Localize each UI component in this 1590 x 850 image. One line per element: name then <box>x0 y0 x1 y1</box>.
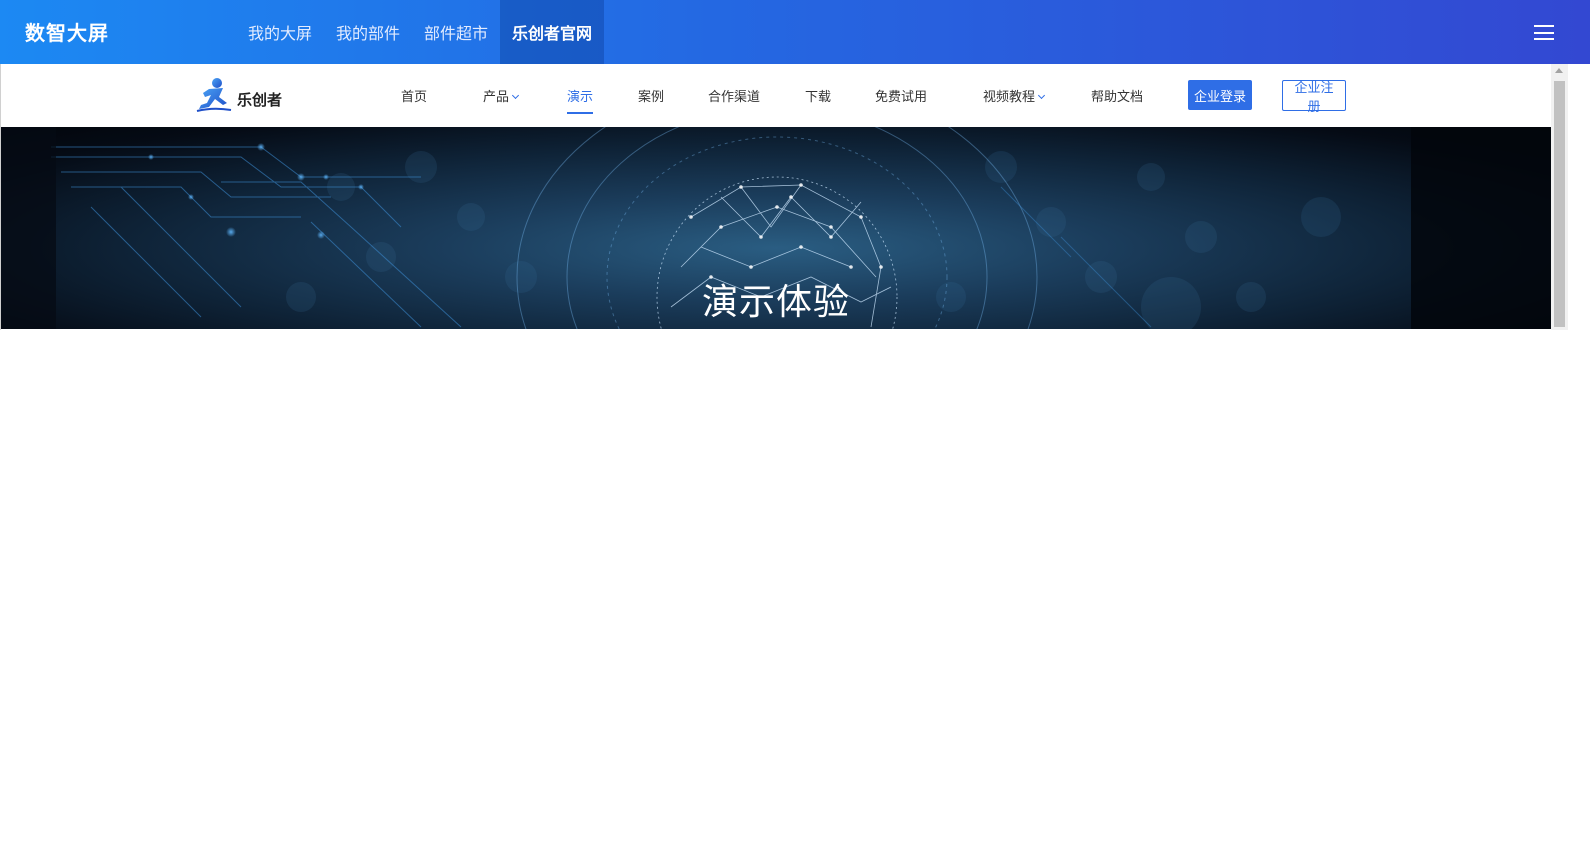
nav-help-docs-label: 帮助文档 <box>1091 90 1144 105</box>
nav-download[interactable]: 下载 <box>805 86 831 105</box>
scroll-up-arrow-icon[interactable] <box>1555 68 1563 73</box>
nav-partners-label: 合作渠道 <box>708 90 761 105</box>
top-nav-my-widgets[interactable]: 我的部件 <box>324 0 412 64</box>
nav-download-label: 下载 <box>805 90 832 105</box>
top-nav-widget-market[interactable]: 部件超市 <box>412 0 500 64</box>
app-brand: 数智大屏 <box>25 21 109 45</box>
top-nav-my-screens[interactable]: 我的大屏 <box>236 0 324 64</box>
nav-cases[interactable]: 案例 <box>638 86 664 105</box>
nav-help-docs[interactable]: 帮助文档 <box>1091 86 1143 105</box>
nav-products[interactable]: 产品 <box>483 86 520 105</box>
active-underline <box>567 112 594 114</box>
site-nav: 乐创者 首页 产品 演示 案例 合作渠道 下载 免费试用 视频教程 帮助文档 企… <box>1 64 1551 127</box>
nav-free-trial[interactable]: 免费试用 <box>875 86 927 105</box>
nav-home-label: 首页 <box>401 90 428 105</box>
top-nav: 我的大屏 我的部件 部件超市 乐创者官网 <box>236 0 605 64</box>
site-logo-text: 乐创者 <box>237 90 283 109</box>
app-header: 数智大屏 我的大屏 我的部件 部件超市 乐创者官网 <box>0 0 1590 64</box>
banner-title: 演示体验 <box>701 282 850 323</box>
enterprise-login-button[interactable]: 企业登录 <box>1188 80 1252 110</box>
runner-logo-icon <box>196 78 232 112</box>
enterprise-register-button[interactable]: 企业注册 <box>1282 80 1346 114</box>
nav-video-tutorials[interactable]: 视频教程 <box>983 86 1046 105</box>
nav-cases-label: 案例 <box>638 90 665 105</box>
scrollbar-thumb[interactable] <box>1554 81 1565 327</box>
frame-scrollbar[interactable] <box>1551 64 1568 330</box>
hamburger-icon[interactable] <box>1534 25 1554 40</box>
nav-demo[interactable]: 演示 <box>567 86 594 114</box>
nav-demo-label: 演示 <box>567 90 594 105</box>
chevron-down-icon <box>511 91 520 100</box>
nav-free-trial-label: 免费试用 <box>875 90 928 105</box>
top-nav-official-site[interactable]: 乐创者官网 <box>500 0 605 64</box>
nav-partners[interactable]: 合作渠道 <box>708 86 760 105</box>
hero-banner: 演示体验 <box>1 127 1551 329</box>
nav-video-tutorials-label: 视频教程 <box>983 90 1036 105</box>
site-logo[interactable]: 乐创者 <box>195 76 295 114</box>
nav-products-label: 产品 <box>483 90 510 105</box>
chevron-down-icon <box>1037 91 1046 100</box>
nav-home[interactable]: 首页 <box>401 86 427 105</box>
